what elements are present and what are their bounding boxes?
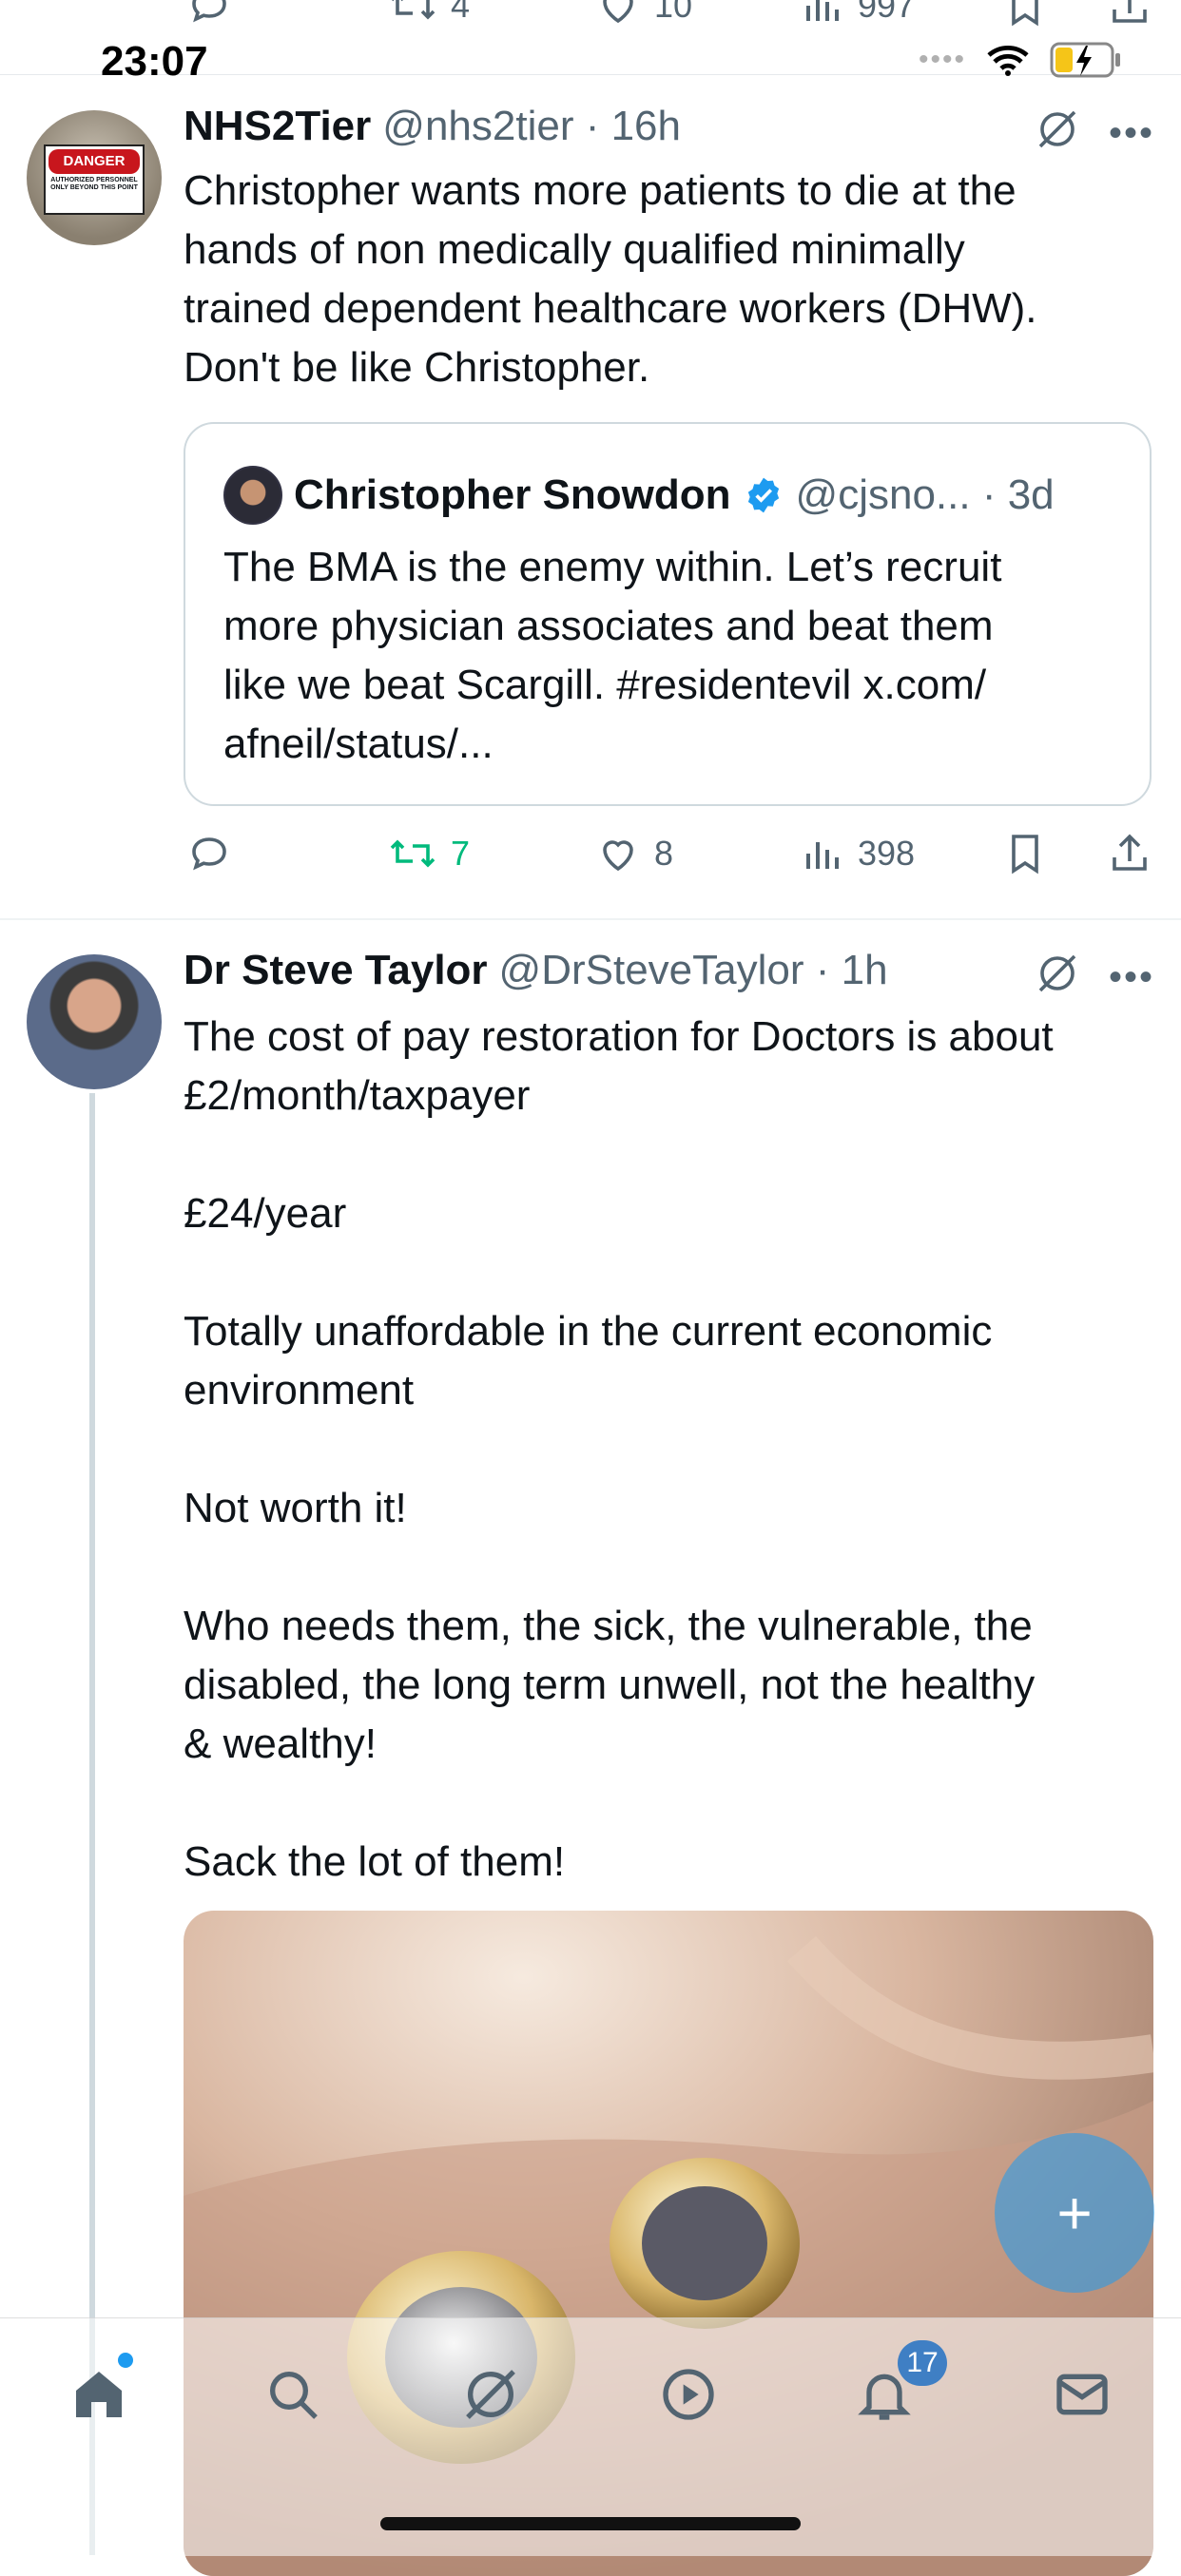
share-icon	[1113, 0, 1147, 23]
home-indicator	[380, 2517, 801, 2530]
status-indicators: ••••	[919, 42, 1122, 78]
unread-dot	[118, 2353, 133, 2368]
more-options-icon[interactable]: •••	[1109, 956, 1154, 999]
tweet-text-line: & wealthy!	[184, 1721, 377, 1767]
tweet-text-line: hands of non medically qualified minimal…	[184, 226, 965, 273]
bookmark-button[interactable]	[1004, 0, 1046, 29]
quote-text: The BMA is the enemy within. Let’s recru…	[223, 538, 1117, 774]
views-count: 997	[858, 0, 916, 25]
quote-text-line: afneil/status/...	[223, 721, 494, 767]
bookmark-icon	[1012, 0, 1038, 27]
wifi-icon	[987, 45, 1029, 76]
tweet-text-line: trained dependent healthcare workers (DH…	[184, 285, 1037, 332]
tweet-text-line: £24/year	[184, 1190, 347, 1237]
display-name[interactable]: Dr Steve Taylor	[184, 947, 488, 994]
grok-icon	[466, 2370, 515, 2419]
danger-sign-subtitle: AUTHORIZED PERSONNEL ONLY BEYOND THIS PO…	[50, 177, 138, 191]
grok-button[interactable]	[1035, 951, 1080, 1001]
grok-button[interactable]	[1035, 106, 1080, 157]
reply-button[interactable]	[186, 831, 232, 876]
tweet-text-line: £2/month/taxpayer	[184, 1072, 531, 1119]
retweet-button[interactable]: 7	[388, 831, 470, 876]
play-icon	[663, 2369, 714, 2420]
quote-handle-time[interactable]: @cjsno... · 3d	[796, 471, 1055, 519]
reply-icon	[192, 837, 226, 871]
tweet-text: Christopher wants more patients to die a…	[184, 162, 1153, 397]
tweet-text-line: Don't be like Christopher.	[184, 344, 650, 391]
danger-sign: DANGER AUTHORIZED PERSONNEL ONLY BEYOND …	[44, 144, 145, 215]
quote-text-line: The BMA is the enemy within. Let’s recru…	[223, 544, 1002, 590]
notifications-badge: 17	[898, 2340, 947, 2386]
grok-tab[interactable]	[453, 2356, 529, 2432]
views-button[interactable]: 997	[803, 0, 915, 29]
tweet-text-line: environment	[184, 1367, 415, 1413]
views-count: 398	[858, 834, 916, 873]
like-button[interactable]: 10	[595, 0, 692, 29]
danger-sign-title: DANGER	[48, 149, 140, 174]
tweet-text-line: disabled, the long term unwell, not the …	[184, 1662, 1036, 1708]
tweet-text-line: Sack the lot of them!	[184, 1838, 566, 1885]
views-button[interactable]: 398	[803, 831, 915, 876]
handle-time[interactable]: @DrSteveTaylor · 1h	[499, 947, 888, 994]
quote-text-line: like we beat Scargill. #residentevil x.c…	[223, 662, 987, 708]
reply-icon	[192, 0, 226, 23]
like-button[interactable]: 8	[595, 831, 673, 876]
retweet-icon	[392, 0, 436, 20]
quote-header: Christopher Snowdon @cjsno... · 3d	[223, 466, 1055, 525]
previous-tweet-action-bar: 4 10 997 23:07 ••••	[0, 0, 1181, 85]
retweet-button[interactable]: 4	[388, 0, 470, 29]
like-count: 10	[654, 0, 693, 25]
envelope-icon	[1056, 2374, 1108, 2415]
retweet-count: 4	[451, 0, 471, 25]
tweet-text-line: Who needs them, the sick, the vulnerable…	[184, 1603, 1033, 1649]
search-icon	[270, 2372, 318, 2419]
retweet-count: 7	[451, 834, 471, 873]
tweet-text: The cost of pay restoration for Doctors …	[184, 1008, 1153, 1892]
views-icon	[806, 0, 839, 21]
tweet-header: Dr Steve Taylor @DrSteveTaylor · 1h	[184, 947, 888, 994]
bookmark-icon	[1012, 835, 1038, 875]
retweet-icon	[390, 839, 436, 868]
battery-charging-icon	[1050, 42, 1120, 78]
avatar-nhs2tier[interactable]: DANGER AUTHORIZED PERSONNEL ONLY BEYOND …	[27, 110, 162, 245]
quote-text-line: more physician associates and beat them	[223, 603, 994, 649]
messages-tab[interactable]	[1044, 2356, 1120, 2432]
bookmark-button[interactable]	[1004, 831, 1046, 876]
share-button[interactable]	[1109, 831, 1151, 876]
tweet-text-line: Christopher wants more patients to die a…	[184, 167, 1016, 214]
compose-plus-icon: +	[1056, 2179, 1093, 2247]
home-tab[interactable]	[61, 2353, 137, 2432]
heart-icon	[603, 0, 633, 24]
quote-avatar[interactable]	[223, 466, 282, 525]
search-tab[interactable]	[255, 2356, 331, 2432]
grok-icon	[1038, 954, 1076, 992]
quote-display-name[interactable]: Christopher Snowdon	[294, 471, 731, 519]
status-time: 23:07	[101, 38, 208, 85]
display-name[interactable]: NHS2Tier	[184, 103, 371, 150]
compose-button[interactable]: +	[995, 2133, 1154, 2293]
share-button[interactable]	[1109, 0, 1151, 29]
tweet-text-line: Totally unaffordable in the current econ…	[184, 1308, 993, 1355]
views-icon	[806, 842, 839, 869]
tweet-header: NHS2Tier @nhs2tier · 16h	[184, 103, 681, 150]
signal-icon: ••••	[918, 44, 966, 75]
reply-button[interactable]	[186, 0, 232, 29]
share-icon	[1113, 834, 1147, 871]
more-options-icon[interactable]: •••	[1109, 112, 1154, 155]
handle-time[interactable]: @nhs2tier · 16h	[382, 103, 681, 150]
tweet-text-line: The cost of pay restoration for Doctors …	[184, 1013, 1054, 1060]
video-tab[interactable]	[650, 2356, 726, 2432]
tweet-text-line: Not worth it!	[184, 1485, 407, 1531]
heart-icon	[603, 840, 633, 872]
verified-badge-icon	[747, 477, 779, 513]
like-count: 8	[654, 834, 674, 873]
tweet-divider	[0, 918, 1181, 920]
quoted-tweet[interactable]: Christopher Snowdon @cjsno... · 3d The B…	[184, 422, 1152, 806]
avatar-drstevetaylor[interactable]	[27, 954, 162, 1089]
home-icon	[76, 2372, 122, 2417]
grok-icon	[1038, 110, 1076, 148]
